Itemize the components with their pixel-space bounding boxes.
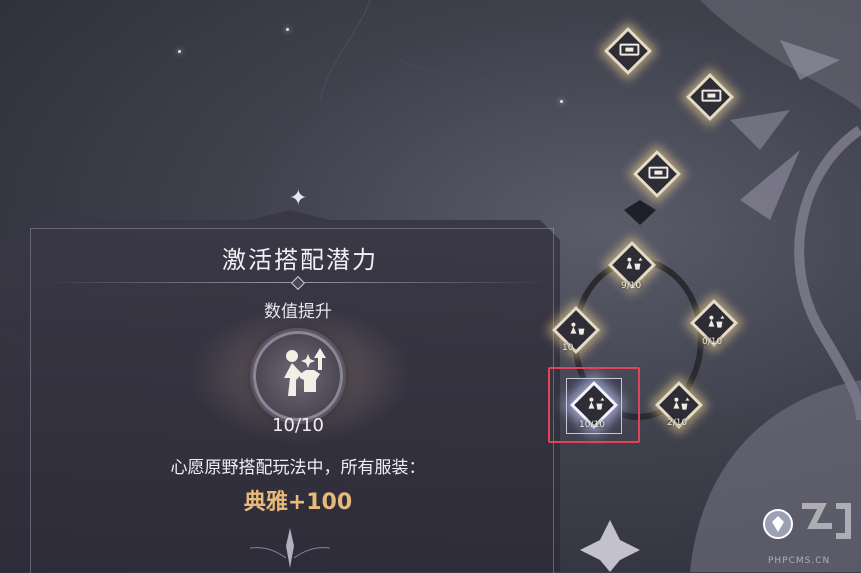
ticket-icon bbox=[701, 89, 722, 102]
progress-count: 10/10 bbox=[272, 415, 324, 436]
node-progress-label: 2/10 bbox=[667, 418, 688, 428]
selection-highlight bbox=[548, 367, 640, 443]
sparkle-icon: ✦ bbox=[289, 186, 308, 211]
bonus-value: 典雅+100 bbox=[243, 490, 353, 515]
bonus-description: 心愿原野搭配玩法中，所有服装： bbox=[170, 458, 426, 478]
star-sparkle bbox=[560, 100, 563, 103]
site-logo bbox=[763, 503, 851, 539]
outfit-upgrade-icon bbox=[626, 257, 643, 270]
outfit-upgrade-icon bbox=[708, 315, 725, 328]
panel-bottom-ornament bbox=[250, 528, 330, 568]
star-sparkle bbox=[178, 50, 181, 53]
star-sparkle bbox=[286, 28, 289, 31]
outfit-upgrade-icon bbox=[673, 397, 690, 410]
node-progress-label: 10 bbox=[562, 343, 574, 353]
panel-title: 激活搭配潜力 bbox=[222, 246, 378, 274]
node-progress-label: 9/10 bbox=[621, 281, 642, 291]
outfit-upgrade-icon bbox=[570, 322, 585, 335]
node-progress-label: 0/10 bbox=[702, 337, 723, 347]
ticket-node[interactable] bbox=[632, 149, 682, 199]
outfit-upgrade-icon bbox=[284, 348, 326, 396]
ticket-node[interactable] bbox=[685, 72, 735, 122]
watermark-text: PHPCMS.CN bbox=[768, 556, 831, 566]
ticket-icon bbox=[648, 166, 669, 179]
ticket-node[interactable] bbox=[603, 26, 653, 76]
potential-badge bbox=[253, 331, 343, 421]
ticket-icon bbox=[619, 43, 640, 56]
